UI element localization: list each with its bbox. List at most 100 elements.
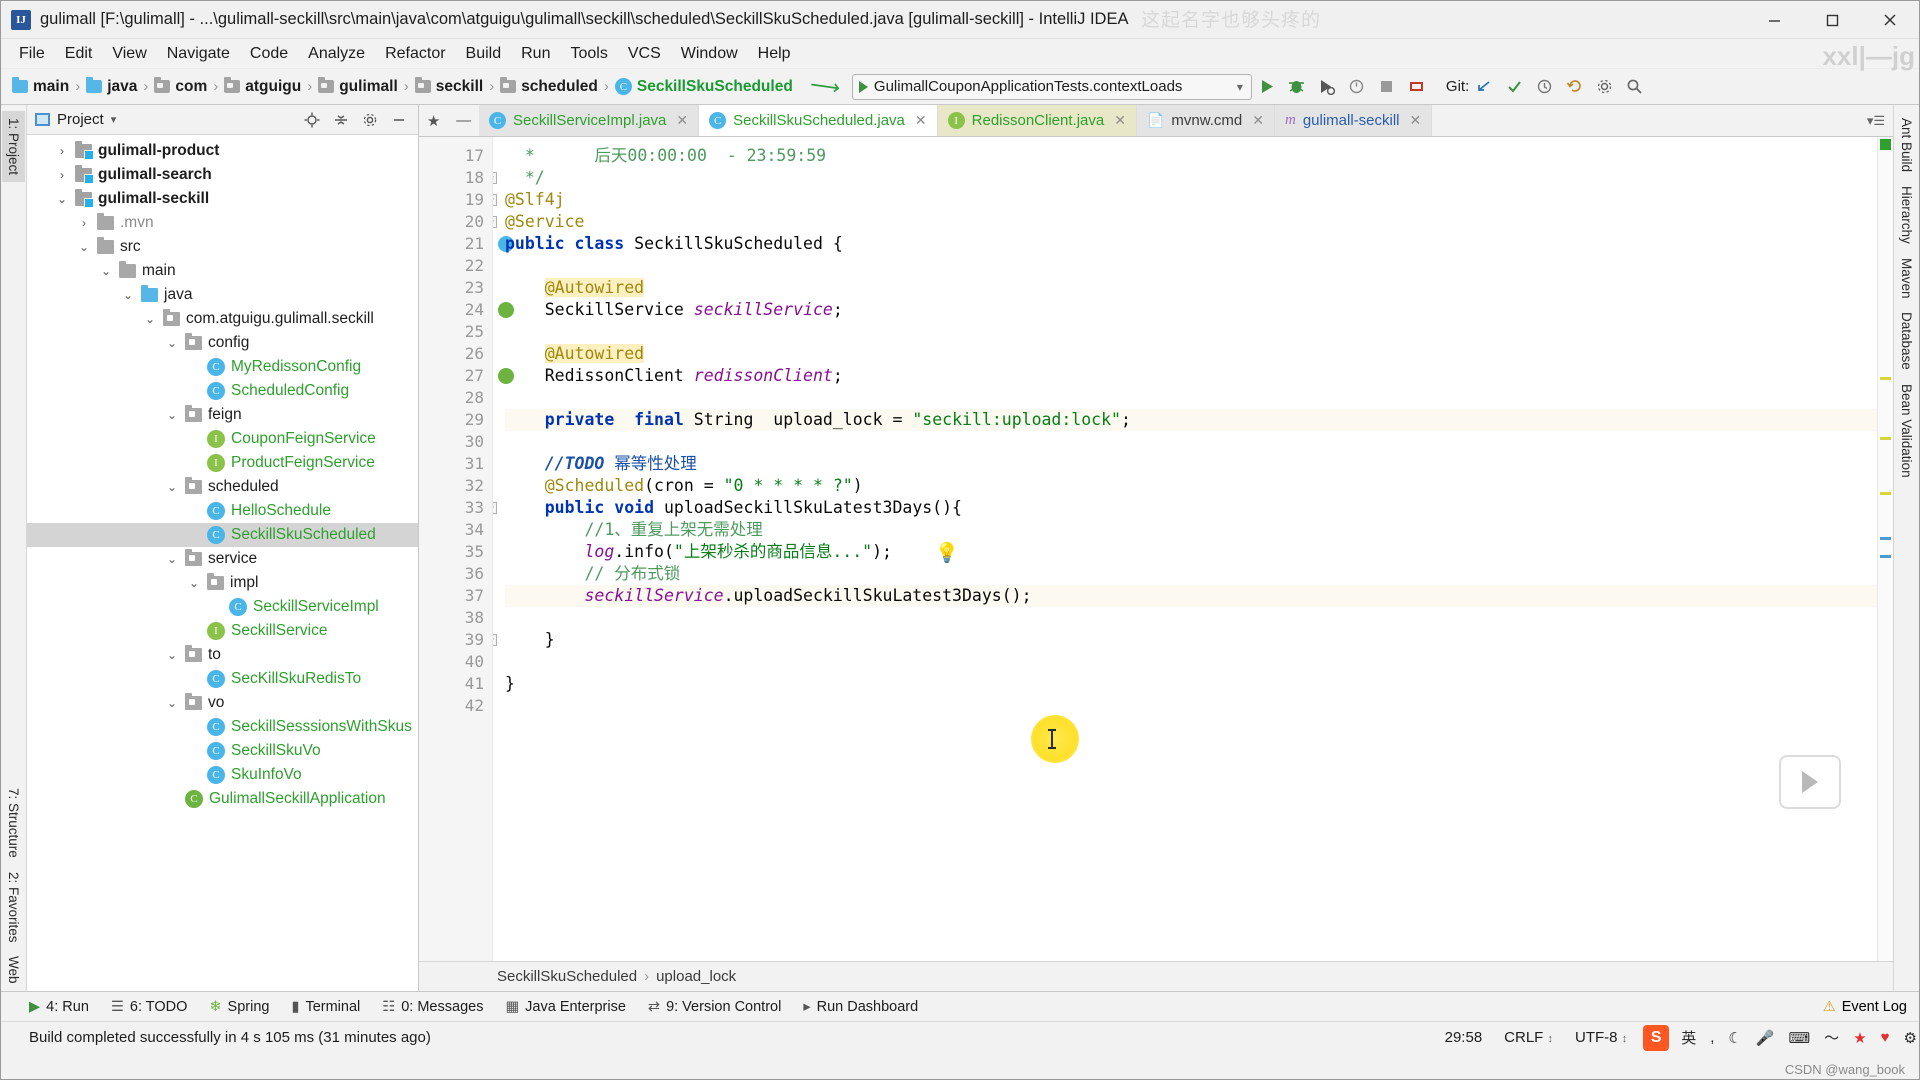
menu-view[interactable]: View [102,42,156,66]
ime-badge-icon[interactable]: S [1643,1024,1670,1051]
tree-node[interactable]: ⌄ com.atguigu.gulimall.seckill [27,307,418,331]
tree-node[interactable]: ⌄ service [27,547,418,571]
close-icon[interactable]: ✕ [1410,112,1422,129]
stop-icon[interactable] [1372,72,1402,102]
tree-node[interactable]: C MyRedissonConfig [27,355,418,379]
tree-twisty-icon[interactable]: ⌄ [143,312,157,326]
sidebar-item-bean-validation[interactable]: Bean Validation [1895,377,1918,485]
breadcrumb-com[interactable]: com [151,77,210,96]
moon-icon[interactable]: ☾ [1726,1029,1743,1047]
close-icon[interactable]: ✕ [676,112,688,129]
line-number[interactable]: 36 [419,563,492,585]
tree-twisty-icon[interactable]: ⌄ [165,408,179,422]
line-number[interactable]: 24 [419,299,514,321]
tab-redisson-client[interactable]: I RedissonClient.java ✕ [937,105,1137,136]
fold-marker-icon[interactable]: − [493,216,497,228]
comma-icon[interactable]: , [1708,1029,1716,1046]
wave-icon[interactable]: 〜 [1822,1027,1841,1048]
line-number[interactable]: 26 [419,343,492,365]
menu-edit[interactable]: Edit [55,42,103,66]
line-number[interactable]: 19 [419,189,492,211]
code-line[interactable]: seckillService.uploadSeckillSkuLatest3Da… [505,585,1877,607]
line-number[interactable]: 31 [419,453,492,475]
tool-window-messages[interactable]: ☷ 0: Messages [382,999,483,1015]
hide-tabs-icon[interactable]: — [456,112,471,129]
menu-analyze[interactable]: Analyze [298,42,375,66]
menu-build[interactable]: Build [456,42,512,66]
menu-file[interactable]: File [9,42,55,66]
tree-twisty-icon[interactable]: ⌄ [55,192,69,206]
close-icon[interactable]: ✕ [1114,112,1126,129]
tree-node[interactable]: ⌄ config [27,331,418,355]
search-everywhere-icon[interactable] [1619,72,1649,102]
fold-marker-icon[interactable]: − [493,634,497,646]
settings-icon[interactable] [359,109,381,131]
code-line[interactable]: − */ [493,167,1877,189]
debug-icon[interactable] [1282,72,1312,102]
line-number[interactable]: 37 [419,585,492,607]
tool-window-java-enterprise[interactable]: ▦ Java Enterprise [505,999,625,1015]
play-overlay-icon[interactable] [1779,755,1841,809]
tool-window-version-control[interactable]: ⇄ 9: Version Control [648,999,781,1015]
line-number[interactable]: 41 [419,673,492,695]
sidebar-item-web[interactable]: Web [2,949,25,991]
breadcrumb-gulimall[interactable]: gulimall [315,77,401,96]
breadcrumb-main[interactable]: main [9,77,72,96]
chevron-down-icon[interactable]: ▾ [111,113,117,126]
fold-marker-icon[interactable]: − [493,194,497,206]
breadcrumb-class[interactable]: C SeckillSkuScheduled [612,78,796,96]
caret-position[interactable]: 29:58 [1439,1029,1489,1046]
tree-twisty-icon[interactable]: › [77,216,91,230]
star-icon[interactable]: ★ [1851,1029,1868,1047]
tree-twisty-icon[interactable]: ⌄ [165,552,179,566]
sidebar-item-project[interactable]: 1: Project [2,111,25,183]
hide-icon[interactable] [388,109,410,131]
maximize-button[interactable] [1803,1,1861,39]
line-number[interactable]: 29 [419,409,492,431]
line-number[interactable]: 18 [419,167,492,189]
code-line[interactable]: public class SeckillSkuScheduled { [505,233,1877,255]
breadcrumb-field-label[interactable]: upload_lock [656,968,736,985]
line-number[interactable]: 42 [419,695,492,717]
tree-node[interactable]: ⌄ src [27,235,418,259]
minimize-button[interactable] [1745,1,1803,39]
code-line[interactable]: −@Service [493,211,1877,233]
fold-marker-icon[interactable]: − [493,172,497,184]
breadcrumb-atguigu[interactable]: atguigu [221,77,304,96]
collapse-all-icon[interactable] [330,109,352,131]
pin-tab-icon[interactable]: ★ [427,112,440,130]
tree-node[interactable]: › .mvn [27,211,418,235]
tab-mvnw-cmd[interactable]: 📄 mvnw.cmd ✕ [1136,105,1275,136]
tree-node[interactable]: ⌄ to [27,643,418,667]
fold-marker-icon[interactable]: − [493,502,497,514]
menu-code[interactable]: Code [240,42,298,66]
tool-window-run-dashboard[interactable]: ▸ Run Dashboard [803,999,918,1015]
code-line[interactable]: RedissonClient redissonClient; [505,365,1877,387]
code-line[interactable]: * 后天00:00:00 - 23:59:59 [505,145,1877,167]
tree-node[interactable]: C SeckillSkuVo [27,739,418,763]
breadcrumb-seckill[interactable]: seckill [412,77,486,96]
settings-icon[interactable]: ⚙ [1902,1029,1919,1047]
code-line[interactable]: @Scheduled(cron = "0 * * * * ?") [505,475,1877,497]
editor-marker-bar[interactable] [1877,137,1893,961]
tree-twisty-icon[interactable]: ⌄ [99,264,113,278]
line-number[interactable]: 35 [419,541,492,563]
intention-bulb-icon[interactable]: 💡 [935,541,959,564]
code-line[interactable]: //TODO 幂等性处理 [505,453,1877,475]
run-icon[interactable] [1252,72,1282,102]
tool-window-todo[interactable]: ☰ 6: TODO [111,999,187,1015]
tool-window-terminal[interactable]: ▮ Terminal [291,999,360,1015]
sidebar-item-structure[interactable]: 7: Structure [2,781,25,865]
line-number-gutter[interactable]: 17 18 19 20 21 22 23 24 25 26 27 28 29 30 31 32 33 34 35 36… [419,137,514,961]
chevron-down-icon[interactable]: ▾ [1237,80,1243,94]
menu-refactor[interactable]: Refactor [375,42,455,66]
code-line[interactable] [505,695,1877,717]
tree-node[interactable]: I SeckillService [27,619,418,643]
line-number[interactable]: 27 [419,365,514,387]
tab-gulimall-seckill-pom[interactable]: m gulimall-seckill ✕ [1274,105,1433,136]
tree-twisty-icon[interactable]: ⌄ [165,648,179,662]
code-text[interactable]: * 后天00:00:00 - 23:59:59− */−@Slf4j−@Serv… [493,137,1877,961]
settings-icon[interactable] [1589,72,1619,102]
tree-node[interactable]: ⌄ gulimall-seckill [27,187,418,211]
sidebar-item-database[interactable]: Database [1895,305,1918,377]
